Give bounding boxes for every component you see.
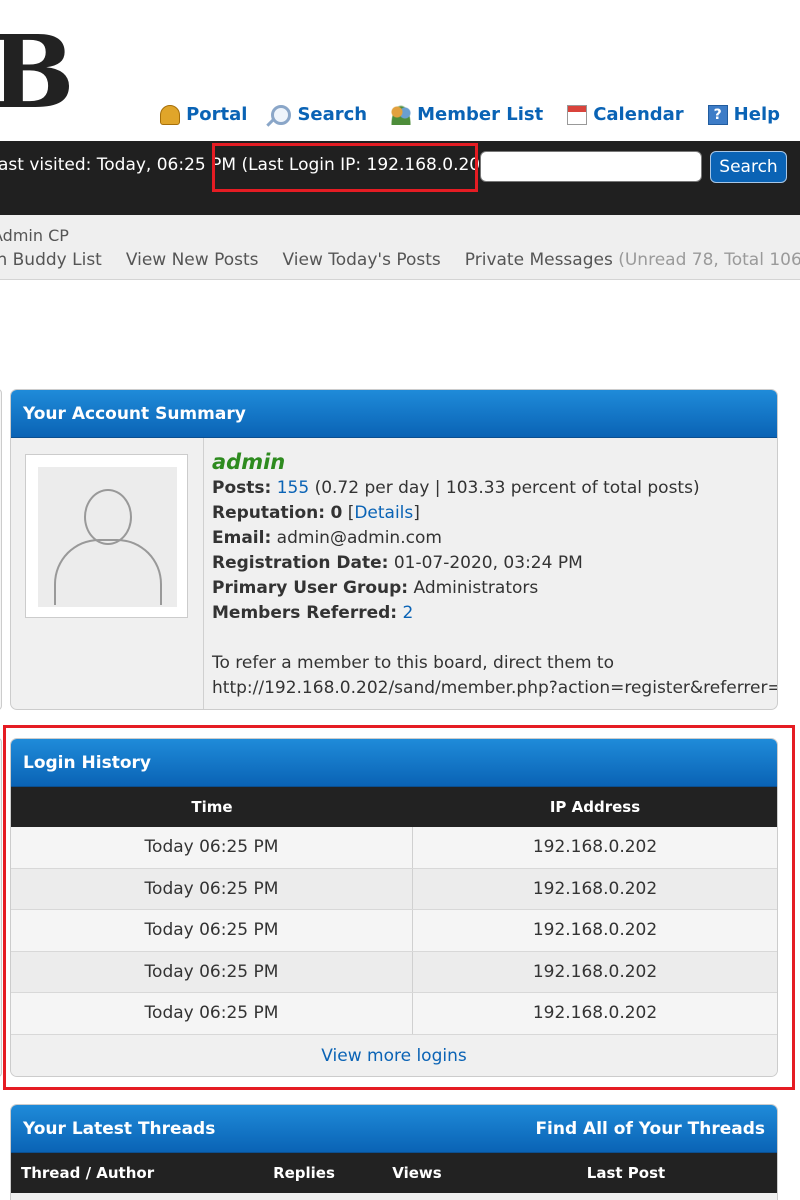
portal-link[interactable]: Portal <box>160 104 247 125</box>
left-sidebar-edge <box>0 389 2 710</box>
posts-detail: (0.72 per day | 103.33 percent of total … <box>314 478 700 498</box>
table-row: Today 06:25 PM 192.168.0.202 <box>11 951 777 993</box>
table-row: Today 06:25 PM 192.168.0.202 <box>11 910 777 952</box>
admin-cp-link[interactable]: Admin CP <box>0 226 69 245</box>
posts-label: Posts: <box>212 478 272 498</box>
view-todays-posts-link[interactable]: View Today's Posts <box>283 250 441 270</box>
top-menu: Portal Search Member List Calendar ? Hel… <box>160 104 780 125</box>
forum-logo[interactable]: B <box>0 22 75 122</box>
registration-label: Registration Date: <box>212 553 389 573</box>
help-link[interactable]: ? Help <box>707 104 780 125</box>
highlight-last-login-ip <box>212 143 478 192</box>
column-thread-author: Thread / Author <box>21 1164 155 1182</box>
avatar-body-shape <box>54 539 162 605</box>
members-icon <box>391 104 412 125</box>
default-avatar-icon <box>38 467 177 607</box>
view-more-logins-link[interactable]: View more logins <box>321 1046 466 1066</box>
search-link[interactable]: Search <box>271 104 367 125</box>
user-nav-bar <box>0 215 800 280</box>
table-row: Today 06:25 PM 192.168.0.202 <box>11 827 777 869</box>
calendar-link[interactable]: Calendar <box>567 104 684 125</box>
account-summary-panel: Your Account Summary admin Posts: 155 (0… <box>10 389 778 710</box>
column-last-post: Last Post <box>586 1164 666 1182</box>
column-ip-address: IP Address <box>549 798 641 816</box>
email-label: Email: <box>212 528 272 548</box>
login-time: Today 06:25 PM <box>11 993 413 1034</box>
portal-label: Portal <box>186 104 248 125</box>
reputation-label: Reputation: <box>212 503 326 523</box>
find-all-threads-link[interactable]: Find All of Your Threads <box>535 1119 765 1139</box>
reputation-row: Reputation: 0 [Details] <box>212 501 777 526</box>
latest-threads-columns: Thread / Author Replies Views Last Post <box>11 1153 777 1193</box>
refer-url: http://192.168.0.202/sand/member.php?act… <box>212 678 778 698</box>
posts-count-link[interactable]: 155 <box>277 478 309 498</box>
column-views: Views <box>392 1164 442 1182</box>
avatar-head-shape <box>84 489 132 545</box>
referred-count-link[interactable]: 2 <box>403 603 414 623</box>
search-label: Search <box>297 104 368 125</box>
table-row: Today 06:25 PM 192.168.0.202 <box>11 993 777 1035</box>
help-icon: ? <box>707 104 728 125</box>
login-ip: 192.168.0.202 <box>532 920 658 941</box>
avatar <box>25 454 188 618</box>
table-row: Today 06:25 PM 192.168.0.202 <box>11 868 777 910</box>
login-ip: 192.168.0.202 <box>532 961 658 982</box>
view-more-row: View more logins <box>11 1034 777 1076</box>
email-row: Email: admin@admin.com <box>212 526 777 551</box>
referred-row: Members Referred: 2 <box>212 601 777 626</box>
column-time: Time <box>191 798 233 816</box>
private-messages-link[interactable]: Private Messages (Unread 78, Total 106) <box>465 250 800 270</box>
account-summary-title: Your Account Summary <box>23 403 246 424</box>
user-group-label: Primary User Group: <box>212 578 409 598</box>
referred-label: Members Referred: <box>212 603 398 623</box>
view-new-posts-link[interactable]: View New Posts <box>126 250 259 270</box>
login-history-columns: Time IP Address <box>11 787 777 827</box>
column-divider <box>203 438 204 709</box>
login-ip: 192.168.0.202 <box>532 878 658 899</box>
registration-value: 01-07-2020, 03:24 PM <box>393 553 583 573</box>
user-nav-links: en Buddy List View New Posts View Today'… <box>0 250 800 270</box>
search-button[interactable]: Search <box>710 151 787 183</box>
posts-row: Posts: 155 (0.72 per day | 103.33 percen… <box>212 476 777 501</box>
user-group-value: Administrators <box>413 578 539 598</box>
reputation-value: 0 <box>330 503 343 523</box>
member-list-link[interactable]: Member List <box>391 104 543 125</box>
magnifier-icon <box>271 104 292 125</box>
login-history-header: Login History <box>11 739 777 787</box>
login-time: Today 06:25 PM <box>11 827 413 868</box>
account-summary-header: Your Account Summary <box>11 390 777 438</box>
calendar-icon <box>567 104 588 125</box>
buddy-list-link[interactable]: en Buddy List <box>0 250 102 270</box>
reputation-details-link[interactable]: Details <box>354 503 413 523</box>
search-input[interactable] <box>480 151 702 182</box>
help-label: Help <box>733 104 780 125</box>
username: admin <box>212 450 286 474</box>
account-info: admin Posts: 155 (0.72 per day | 103.33 … <box>212 448 778 701</box>
calendar-label: Calendar <box>593 104 684 125</box>
latest-threads-panel: Your Latest Threads Find All of Your Thr… <box>10 1104 778 1200</box>
left-sidebar-edge <box>0 738 2 1077</box>
bell-icon <box>160 104 181 125</box>
private-messages-label: Private Messages <box>464 250 613 270</box>
latest-threads-title: Your Latest Threads <box>23 1118 216 1139</box>
login-time: Today 06:25 PM <box>11 868 413 909</box>
user-group-row: Primary User Group: Administrators <box>212 576 777 601</box>
refer-text: To refer a member to this board, direct … <box>212 653 614 673</box>
login-time: Today 06:25 PM <box>11 951 413 992</box>
latest-threads-header: Your Latest Threads Find All of Your Thr… <box>11 1105 777 1153</box>
email-value: admin@admin.com <box>276 528 442 548</box>
login-ip: 192.168.0.202 <box>532 837 658 858</box>
pm-counts: (Unread 78, Total 106) <box>618 250 800 270</box>
login-history-title: Login History <box>23 752 151 773</box>
column-replies: Replies <box>273 1164 335 1182</box>
login-ip: 192.168.0.202 <box>532 1003 658 1024</box>
registration-row: Registration Date: 01-07-2020, 03:24 PM <box>212 551 777 576</box>
login-history-panel: Login History Time IP Address Today 06:2… <box>10 738 778 1077</box>
login-time: Today 06:25 PM <box>11 910 413 951</box>
reputation-close-bracket: ] <box>413 503 420 523</box>
member-list-label: Member List <box>417 104 544 125</box>
